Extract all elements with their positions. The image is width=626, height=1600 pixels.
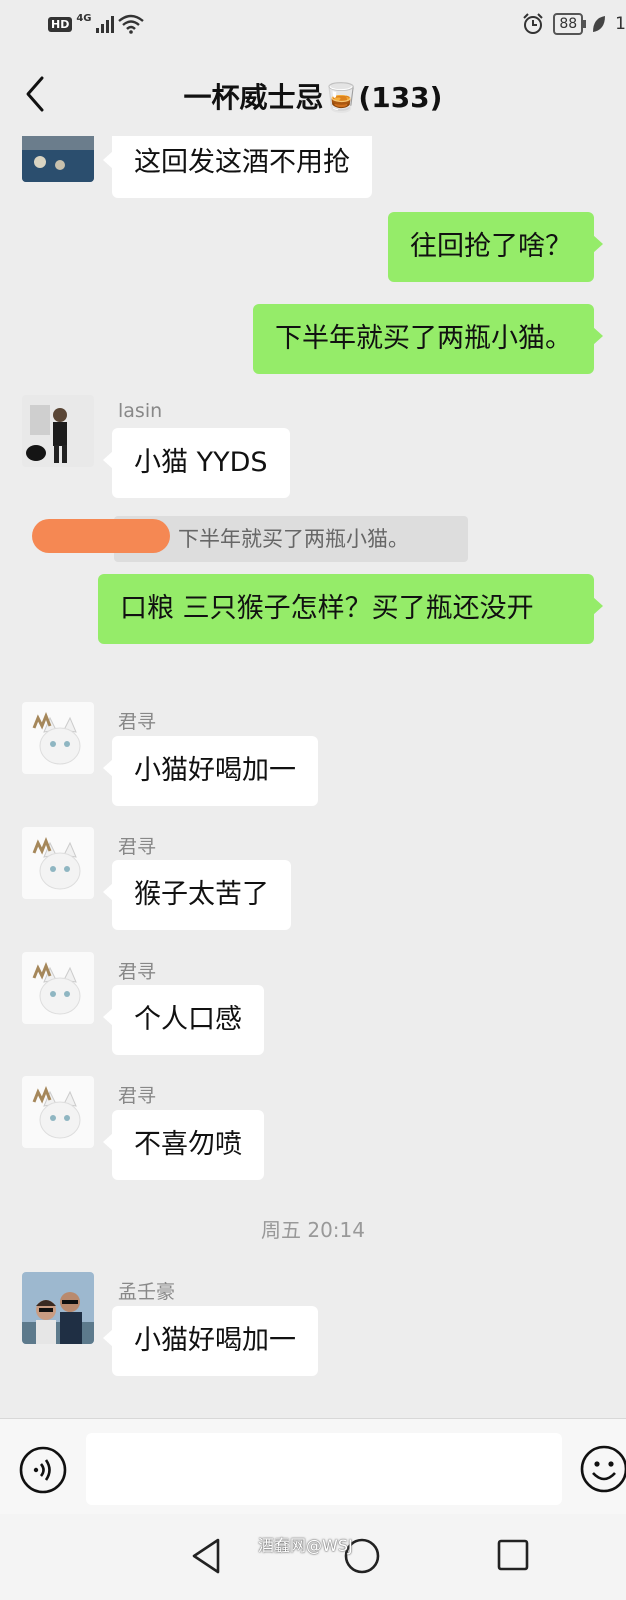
- nav-back-icon[interactable]: [188, 1536, 224, 1576]
- avatar-cat[interactable]: [22, 952, 94, 1024]
- sender-name: 君寻: [118, 711, 157, 733]
- time-divider: 周五 20:14: [261, 1218, 365, 1242]
- message-text: 这回发这酒不用抢: [134, 147, 350, 178]
- message-bubble[interactable]: 猴子太苦了: [103, 860, 291, 930]
- avatar-cat[interactable]: [22, 827, 94, 899]
- message-text: 小猫好喝加一: [134, 1325, 296, 1356]
- message-bubble-outgoing[interactable]: 往回抢了啥？: [388, 212, 603, 282]
- message-text: 小猫好喝加一: [134, 755, 296, 786]
- message-bubble[interactable]: 个人口感: [103, 985, 264, 1055]
- message-text: 下半年就买了两瓶小猫。: [275, 323, 572, 354]
- avatar-scenery[interactable]: [22, 136, 94, 182]
- message-text: 口粮 三只猴子怎样？买了瓶还没开: [120, 593, 534, 624]
- avatar-couple[interactable]: [22, 1272, 94, 1344]
- redaction-mark: [32, 519, 170, 553]
- quoted-text: 下半年就买了两瓶小猫。: [178, 527, 409, 551]
- wifi-icon: [117, 14, 144, 34]
- message-bubble[interactable]: 小猫 YYDS: [103, 428, 290, 498]
- message-text: 往回抢了啥？: [410, 231, 572, 262]
- sender-name: 君寻: [118, 961, 157, 983]
- hd-badge: HD: [48, 16, 73, 32]
- message-text: 猴子太苦了: [134, 879, 269, 910]
- message-bubble[interactable]: 这回发这酒不用抢: [103, 136, 372, 198]
- system-navigation-bar: 酒蠢网@WSJ: [0, 1514, 626, 1600]
- battery-level-partial: 1: [615, 14, 626, 34]
- sender-name: 君寻: [118, 1085, 157, 1107]
- avatar-cat[interactable]: [22, 1076, 94, 1148]
- signal-icon: [95, 15, 114, 33]
- message-text: 不喜勿喷: [134, 1129, 242, 1160]
- watermark: 酒蠢网@WSJ: [258, 1536, 353, 1555]
- voice-input-icon[interactable]: [18, 1445, 68, 1495]
- message-bubble-outgoing[interactable]: 口粮 三只猴子怎样？买了瓶还没开: [98, 574, 603, 644]
- status-left: HD 4G: [48, 12, 144, 34]
- sender-name: 君寻: [118, 836, 157, 858]
- alarm-icon: [523, 13, 544, 34]
- message-text: 个人口感: [134, 1004, 242, 1035]
- input-bar: [0, 1418, 626, 1514]
- emoji-icon[interactable]: [578, 1443, 626, 1495]
- message-bubble[interactable]: 不喜勿喷: [103, 1110, 264, 1180]
- message-bubble[interactable]: 小猫好喝加一: [103, 1306, 318, 1376]
- chat-messages[interactable]: 这回发这酒不用抢 往回抢了啥？ 下半年就买了两瓶小猫。 lasin 小猫 YYD…: [0, 136, 626, 1418]
- message-bubble[interactable]: 小猫好喝加一: [103, 736, 318, 806]
- sender-name: lasin: [118, 400, 163, 422]
- avatar-lasin[interactable]: [22, 395, 94, 467]
- message-bubble-outgoing[interactable]: 下半年就买了两瓶小猫。: [253, 304, 603, 374]
- message-input[interactable]: [86, 1433, 562, 1505]
- leaf-icon: [593, 16, 606, 32]
- chat-title: 一杯威士忌🥃(133): [183, 81, 443, 114]
- network-type: 4G: [76, 12, 92, 24]
- message-text: 小猫 YYDS: [134, 447, 268, 478]
- chat-header: 一杯威士忌🥃(133): [0, 52, 626, 136]
- status-bar: HD 4G 88 1: [0, 0, 626, 52]
- avatar-cat[interactable]: [22, 702, 94, 774]
- status-right: 88 1: [521, 12, 626, 36]
- nav-recent-apps-icon[interactable]: [496, 1538, 530, 1572]
- sender-name: 孟壬豪: [118, 1281, 176, 1303]
- battery-icon: 88: [553, 13, 586, 35]
